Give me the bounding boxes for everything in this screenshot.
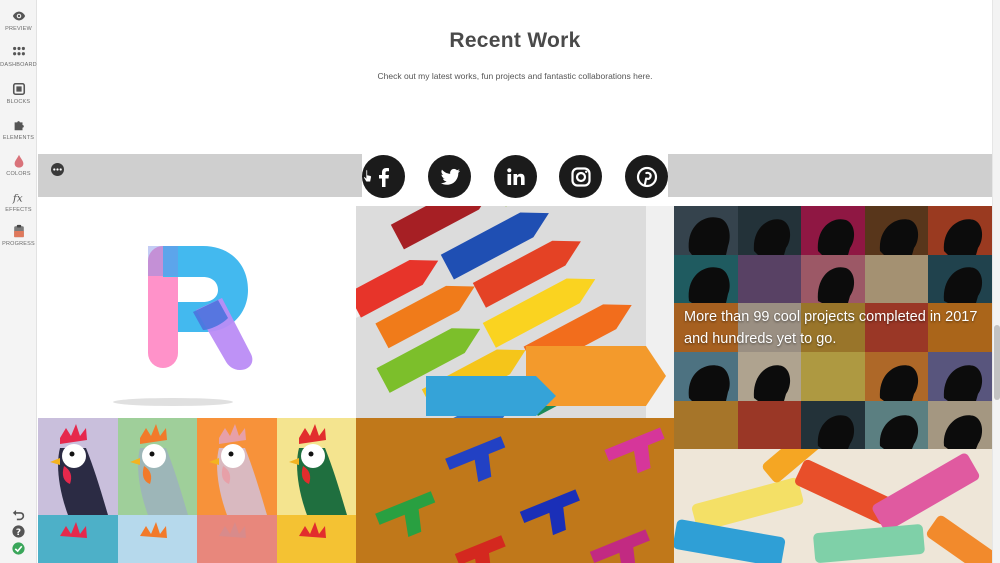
hand-cursor-icon [363,169,372,183]
sidebar-item-label: COLORS [6,171,31,177]
sidebar-item-label: EFFECTS [5,207,32,213]
twitter-icon [440,168,460,185]
portfolio-overlay-text: More than 99 cool projects completed in … [684,309,978,347]
sidebar-item-progress[interactable]: PROGRESS [0,220,37,254]
clipboard-icon [13,224,24,238]
page-scrollbar[interactable] [992,0,1000,563]
puzzle-icon [14,121,24,131]
check-icon[interactable] [12,542,25,555]
sidebar-item-dashboard[interactable]: DASHBOARD [0,41,37,75]
instagram-icon [570,166,591,187]
eye-icon [12,11,25,21]
pinterest-button[interactable] [625,155,668,198]
svg-text:?: ? [16,528,21,538]
editor-sidebar: PREVIEW DASHBOARD BLOCKS ELEMENTS COLORS… [0,0,37,563]
r-logo-image [113,246,253,406]
sidebar-item-effects[interactable]: fx EFFECTS [0,186,37,220]
scrollbar-thumb[interactable] [994,325,1000,400]
twitter-button[interactable] [428,155,471,198]
sidebar-item-blocks[interactable]: BLOCKS [0,78,37,112]
svg-text:fx: fx [12,192,23,204]
sidebar-item-colors[interactable]: COLORS [0,150,37,184]
portfolio-heads-tile[interactable]: More than 99 cool projects completed in … [674,206,992,449]
portfolio-crayons-tile[interactable] [356,206,674,418]
sidebar-item-label: ELEMENTS [2,135,35,141]
roosters-image [38,418,356,563]
sidebar-item-elements[interactable]: ELEMENTS [0,114,37,148]
help-icon[interactable]: ? [12,525,25,538]
section-subtitle: Check out my latest works, fun projects … [377,71,653,81]
facebook-icon [378,167,389,187]
undo-icon[interactable] [12,508,25,521]
toy-guns-image [356,418,674,563]
page-title: Recent Work [449,29,581,52]
linkedin-icon [506,167,525,185]
blocks-icon [12,82,25,96]
sidebar-item-preview[interactable]: PREVIEW [0,5,37,39]
portfolio-roosters-tile[interactable] [38,418,356,563]
sidebar-item-label: PREVIEW [5,26,32,32]
instagram-button[interactable] [559,155,602,198]
fx-icon: fx [12,192,23,204]
pinterest-icon [636,166,657,187]
portfolio-r-logo-tile[interactable] [38,206,356,418]
portfolio-toy-guns-tile[interactable] [356,418,674,563]
grid-icon [12,46,25,56]
sidebar-item-label: PROGRESS [2,241,35,247]
sidebar-item-label: DASHBOARD [0,62,37,68]
sidebar-item-label: BLOCKS [6,99,31,105]
ellipsis-icon [53,168,62,171]
crayons-image [356,206,674,418]
more-options-button[interactable] [51,163,64,176]
drop-icon [14,154,23,168]
linkedin-button[interactable] [494,155,537,198]
portfolio-chalk-tile[interactable] [674,449,992,563]
chalk-image [674,449,992,563]
